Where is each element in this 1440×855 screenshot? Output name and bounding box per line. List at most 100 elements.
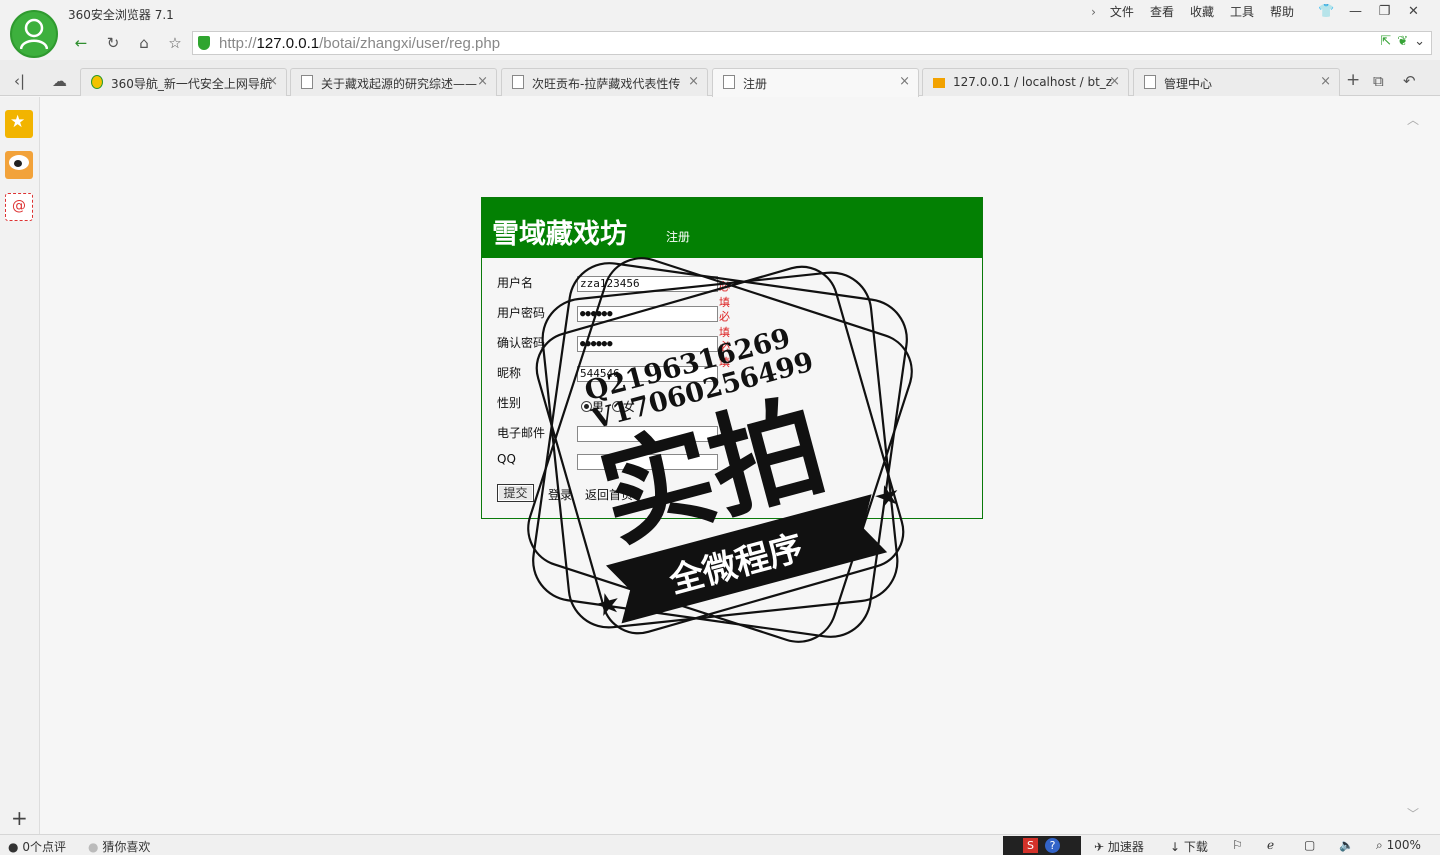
menu-file[interactable]: 文件 [1102,4,1142,20]
sound-icon[interactable]: 🔈 [1339,838,1354,852]
page-icon [512,75,524,89]
restore-icon[interactable]: ❐ [1370,5,1399,19]
menu-view[interactable]: 查看 [1142,4,1182,20]
confirm-password-label: 确认密码 [497,336,546,350]
refresh-icon[interactable]: ↻ [100,32,126,54]
gender-male-label: 男 [592,400,605,414]
url-text[interactable]: http://127.0.0.1/botai/zhangxi/user/reg.… [219,35,500,52]
nickname-input[interactable]: 544546 [577,366,718,382]
tab-phpmyadmin[interactable]: 127.0.0.1 / localhost / bt_z × [922,68,1129,96]
download-label: 下载 [1183,840,1208,854]
password-label: 用户密码 [497,306,546,320]
password-input[interactable]: ●●●●●● [577,306,718,322]
page-icon [723,75,735,89]
qq-input[interactable] [577,454,718,470]
ie-compat-icon[interactable]: ℯ [1267,838,1274,852]
username-input[interactable]: zza123456 [577,276,718,292]
chevron-right-icon[interactable]: › [1085,5,1102,19]
page-icon [301,75,313,89]
dropdown-chevron-icon[interactable]: ⌄ [1414,34,1425,49]
gender-male-radio[interactable] [581,401,592,412]
submit-button[interactable]: 提交 [497,484,534,502]
tab-list-icon[interactable]: ⧉ [1373,72,1384,90]
email-label: 电子邮件 [497,426,546,440]
tab-lhasa-opera[interactable]: 次旺贡布-拉萨藏戏代表性传 × [501,68,708,96]
favorites-star-icon[interactable]: ★ [5,110,33,138]
input-method-toolbar[interactable]: S ? [1003,836,1081,855]
url-path: /botai/zhangxi/user/reg.php [319,35,501,52]
tab-label: 次旺贡布-拉萨藏戏代表性传 [532,77,681,91]
download-arrow-icon: ↓ [1170,840,1181,854]
left-sidebar: ★ @ + [0,97,40,834]
tab-close-icon[interactable]: × [899,74,910,89]
gender-female-radio[interactable] [611,401,623,412]
tab-close-icon[interactable]: × [477,74,488,89]
scroll-down-arrow-icon[interactable]: ﹀ [1407,805,1419,822]
confirm-password-input[interactable]: ●●●●●● [577,336,718,352]
comments-count: 0个点评 [22,840,66,854]
cloud-icon[interactable]: ☁ [52,72,67,90]
tab-close-icon[interactable]: × [1320,74,1331,89]
home-link[interactable]: 返回首页 [585,486,633,503]
leaf-icon[interactable]: ❦ [1397,34,1408,49]
tab-close-icon[interactable]: × [688,74,699,89]
comment-icon: ● [8,840,19,854]
guess-you-like[interactable]: ● 猜你喜欢 [88,838,150,855]
tab-label: 管理中心 [1164,77,1213,91]
gender-label: 性别 [497,396,522,410]
address-bar[interactable]: http://127.0.0.1/botai/zhangxi/user/reg.… [192,31,1432,55]
home-icon[interactable]: ⌂ [131,32,157,54]
mail-icon[interactable]: @ [5,193,33,221]
scroll-up-arrow-icon[interactable]: ︿ [1407,111,1419,128]
registration-panel: 雪域藏戏坊 注册 用户名 zza123456 必填 用户密码 ●●●●●● 必填… [481,197,983,519]
minimize-icon[interactable]: — [1341,5,1370,19]
navigation-bar: ← ↻ ⌂ ☆ http://127.0.0.1/botai/zhangxi/u… [0,28,1440,60]
page-subtitle: 注册 [666,230,691,244]
share-icon[interactable]: ⇱ [1380,34,1391,49]
site-header: 雪域藏戏坊 注册 [482,198,982,258]
download-button[interactable]: ↓ 下载 [1170,838,1208,855]
zoom-control[interactable]: ⌕ 100% [1376,838,1421,853]
window-icon[interactable]: ▢ [1304,838,1315,852]
url-host: 127.0.0.1 [256,35,320,52]
login-link[interactable]: 登录 [548,486,572,503]
flag-icon[interactable]: ⚐ [1232,838,1243,852]
back-arrow-icon[interactable]: ← [68,32,94,54]
menu-help[interactable]: 帮助 [1262,4,1302,20]
zoom-icon: ⌕ [1376,838,1383,852]
status-bar: ● 0个点评 ● 猜你喜欢 S ? ✈ 加速器 ↓ 下载 ⚐ ℯ ▢ 🔈 ⌕ 1… [0,834,1440,855]
user-avatar[interactable] [10,10,58,58]
menu-favorites[interactable]: 收藏 [1182,4,1222,20]
required-hint: 必填 [719,280,730,309]
close-icon[interactable]: ✕ [1399,5,1428,19]
tab-close-icon[interactable]: × [1109,74,1120,89]
sogou-s-icon: S [1023,838,1038,853]
email-input[interactable] [577,426,718,442]
accelerator-label: 加速器 [1107,840,1144,854]
shirt-icon[interactable]: 👕 [1312,5,1341,19]
tab-admin-center[interactable]: 管理中心 × [1133,68,1340,96]
tab-label: 360导航_新一代安全上网导航 [111,77,272,91]
qq-label: QQ [497,452,516,466]
app-title: 360安全浏览器 7.1 [68,8,174,22]
weibo-icon[interactable] [5,151,33,179]
tab-research-review[interactable]: 关于藏戏起源的研究综述—— × [290,68,497,96]
tab-360-nav[interactable]: 360导航_新一代安全上网导航 × [80,68,287,96]
undo-close-icon[interactable]: ↶ [1403,72,1416,90]
tab-close-icon[interactable]: × [267,74,278,89]
url-scheme: http:// [219,35,257,52]
add-sidebar-item-icon[interactable]: + [11,806,28,830]
gender-female-label: 女 [622,400,635,414]
gender-options: 男 女 [581,398,635,415]
accelerator-button[interactable]: ✈ 加速器 [1094,838,1144,855]
new-tab-plus-icon[interactable]: + [1346,70,1360,90]
tab-register[interactable]: 注册 × [712,68,919,97]
required-hint: 必填 [719,310,730,339]
menu-tools[interactable]: 工具 [1222,4,1262,20]
username-label: 用户名 [497,276,534,290]
required-hint: 必填 [719,340,730,369]
tab-scroll-left-icon[interactable]: ‹| [14,72,25,90]
help-question-icon: ? [1045,838,1060,853]
star-icon[interactable]: ☆ [162,32,188,54]
comments-status[interactable]: ● 0个点评 [8,838,66,855]
